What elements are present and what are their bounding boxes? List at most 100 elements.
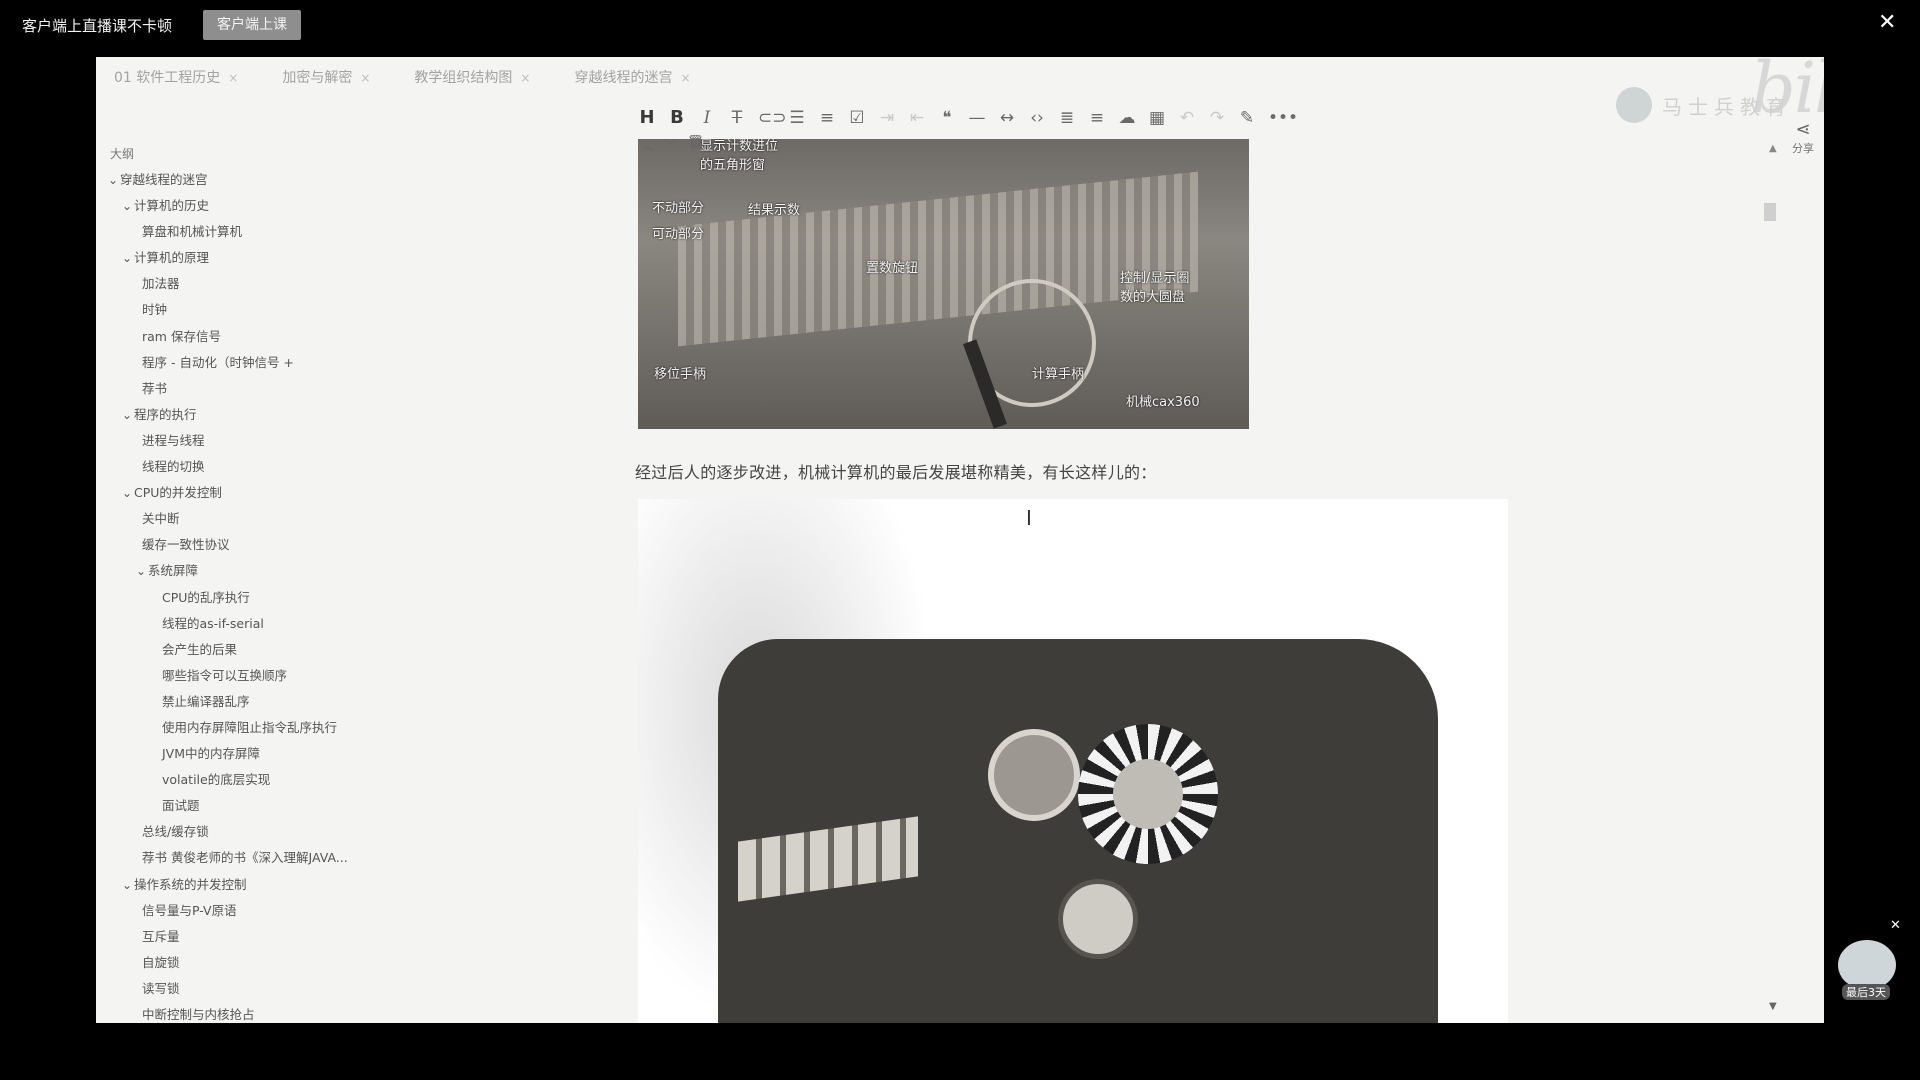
outline-item[interactable]: 读写锁 (106, 976, 416, 1002)
image-label: 可动部分 (652, 227, 705, 242)
upload-icon[interactable]: ☁ (1118, 108, 1136, 128)
tab-encryption[interactable]: 加密与解密 × (282, 67, 370, 87)
outline-item[interactable]: 信号量与P-V原语 (106, 898, 416, 924)
mechanical-calculator-image: 显示计数进位 的五角形窗 不动部分 可动部分 结果示数 置数旋钮 控制/显示圈 … (638, 139, 1249, 429)
chevron-down-icon[interactable]: ⌄ (120, 402, 134, 428)
outline-item[interactable]: ⌄ 程序的执行 (106, 402, 416, 428)
indent-icon[interactable]: ⇥ (878, 108, 896, 128)
bottom-bar (0, 1023, 1920, 1080)
strikethrough-icon[interactable]: T (728, 108, 746, 128)
scroll-down-icon[interactable]: ▼ (1769, 1001, 1777, 1012)
badge-text: 最后3天 (1842, 984, 1890, 1000)
ordered-list-icon[interactable]: ≡ (818, 108, 836, 128)
outline-item[interactable]: JVM中的内存屏障 (106, 741, 416, 767)
outline-item[interactable]: 总线/缓存锁 (106, 819, 416, 845)
chevron-down-icon[interactable]: ⌄ (120, 245, 134, 271)
chevron-down-icon[interactable]: ⌄ (134, 558, 148, 584)
outline-item-label: 哪些指令可以互换顺序 (162, 667, 288, 683)
outline-item-label: 面试题 (162, 798, 200, 814)
outline-item[interactable]: 缓存一致性协议 (106, 532, 416, 558)
outline-item[interactable]: ⌄ 计算机的原理 (106, 245, 416, 271)
outline-item[interactable]: 荐书 (106, 376, 416, 402)
chevron-down-icon[interactable]: ⌄ (106, 167, 120, 193)
undo-icon[interactable]: ↶ (1178, 108, 1196, 128)
image-label: 计算手柄 (1032, 367, 1085, 382)
outline-item[interactable]: 自旋锁 (106, 950, 416, 976)
chevron-up-icon[interactable]: ︿ (641, 135, 654, 154)
chevron-down-icon[interactable]: ⌄ (120, 480, 134, 506)
outline-item[interactable]: 互斥量 (106, 924, 416, 950)
tab-thread-maze[interactable]: 穿越线程的迷宫 × (574, 67, 690, 87)
tab-software-history[interactable]: 01 软件工程历史 × (114, 67, 238, 87)
align-icon[interactable]: ≣ (1058, 108, 1076, 128)
outline-item[interactable]: 算盘和机械计算机 (106, 219, 416, 245)
outline-item[interactable]: ⌄ CPU的并发控制 (106, 480, 416, 506)
scrollbar-thumb[interactable] (1764, 203, 1776, 221)
outline-item-label: 线程的as-if-serial (162, 615, 264, 631)
bold-icon[interactable]: B (668, 107, 686, 128)
outline-item[interactable]: volatile的底层实现 (106, 767, 416, 793)
outdent-icon[interactable]: ⇤ (908, 108, 926, 128)
italic-icon[interactable]: I (698, 108, 716, 128)
outline-item[interactable]: 进程与线程 (106, 428, 416, 454)
outline-item[interactable]: 时钟 (106, 297, 416, 323)
outline-item[interactable]: 中断控制与内核抢占 (106, 1002, 416, 1023)
outline-item[interactable]: 面试题 (106, 793, 416, 819)
outline-item[interactable]: 哪些指令可以互换顺序 (106, 663, 416, 689)
quote-icon[interactable]: ❝ (938, 108, 956, 128)
link-icon[interactable]: ⊂⊃ (758, 108, 787, 128)
outline-item-label: 时钟 (142, 302, 168, 318)
scroll-up-icon[interactable]: ▲ (1769, 143, 1777, 154)
outline-item[interactable]: CPU的乱序执行 (106, 585, 416, 611)
more-format-icon[interactable]: ≡ (1088, 108, 1106, 128)
share-button[interactable]: ⋖ 分享 (1792, 119, 1814, 156)
outline-item[interactable]: 会产生的后果 (106, 637, 416, 663)
pen-icon[interactable]: ✎ (1238, 108, 1256, 128)
delete-icon[interactable]: 🗑 (687, 135, 704, 154)
outline-item-label: 中断控制与内核抢占 (142, 1007, 255, 1022)
chevron-down-icon[interactable]: ﹀ (664, 135, 677, 154)
checkbox-icon[interactable]: ☑ (848, 108, 866, 128)
more-icon[interactable]: ••• (1268, 108, 1298, 128)
code-icon[interactable]: ↔ (998, 108, 1016, 128)
close-icon[interactable]: ✕ (1878, 10, 1896, 36)
share-icon: ⋖ (1795, 119, 1811, 140)
outline-item[interactable]: 线程的切换 (106, 454, 416, 480)
horizontal-rule-icon[interactable]: — (968, 108, 986, 128)
outline-item[interactable]: 荐书 黄俊老师的书《深入理解JAVA... (106, 845, 416, 871)
outline-item-label: CPU的并发控制 (134, 485, 222, 501)
outline-item[interactable]: ⌄ 穿越线程的迷宫 (106, 167, 416, 193)
outline-item[interactable]: 禁止编译器乱序 (106, 689, 416, 715)
outline-tree: ⌄ 穿越线程的迷宫 ⌄ 计算机的历史 算盘和机械计算机 ⌄ 计算机的原理 加法器 时钟 ram 保… (106, 167, 416, 1023)
chevron-down-icon[interactable]: ⌄ (120, 872, 134, 898)
promo-badge[interactable]: 最后3天 (1836, 936, 1898, 1002)
code-block-icon[interactable]: ‹› (1028, 108, 1046, 128)
outline-item-label: 禁止编译器乱序 (162, 693, 250, 709)
tab-close-icon[interactable]: × (520, 71, 530, 85)
client-class-button[interactable]: 客户端上课 (203, 10, 301, 40)
outline-item[interactable]: ⌄ 操作系统的并发控制 (106, 872, 416, 898)
close-icon[interactable]: ✕ (1890, 918, 1901, 933)
tab-org-chart[interactable]: 教学组织结构图 × (414, 67, 530, 87)
chevron-down-icon[interactable]: ⌄ (120, 193, 134, 219)
redo-icon[interactable]: ↷ (1208, 108, 1226, 128)
outline-item[interactable]: ram 保存信号 (106, 324, 416, 350)
outline-item[interactable]: 程序 - 自动化（时钟信号 + (106, 350, 416, 376)
outline-item[interactable]: ⌄ 计算机的历史 (106, 193, 416, 219)
outline-item[interactable]: 加法器 (106, 271, 416, 297)
table-icon[interactable]: ▦ (1148, 108, 1166, 128)
watermark-text: 马士兵教育 (1662, 94, 1792, 119)
tab-close-icon[interactable]: × (228, 71, 238, 85)
bullet-list-icon[interactable]: ☰ (788, 108, 806, 128)
tab-close-icon[interactable]: × (360, 71, 370, 85)
tab-label: 穿越线程的迷宫 (574, 70, 673, 86)
tab-close-icon[interactable]: × (680, 71, 690, 85)
outline-item[interactable]: 线程的as-if-serial (106, 611, 416, 637)
content-paragraph[interactable]: 经过后人的逐步改进，机械计算机的最后发展堪称精美，有长这样儿的： (635, 459, 1157, 483)
outline-item-label: 程序 - 自动化（时钟信号 + (142, 354, 294, 370)
heading-icon[interactable]: H (638, 107, 656, 128)
outline-item[interactable]: 关中断 (106, 506, 416, 532)
outline-item[interactable]: ⌄ 系统屏障 (106, 558, 416, 584)
outline-item[interactable]: 使用内存屏障阻止指令乱序执行 (106, 715, 416, 741)
outline-item-label: 计算机的原理 (134, 250, 210, 266)
